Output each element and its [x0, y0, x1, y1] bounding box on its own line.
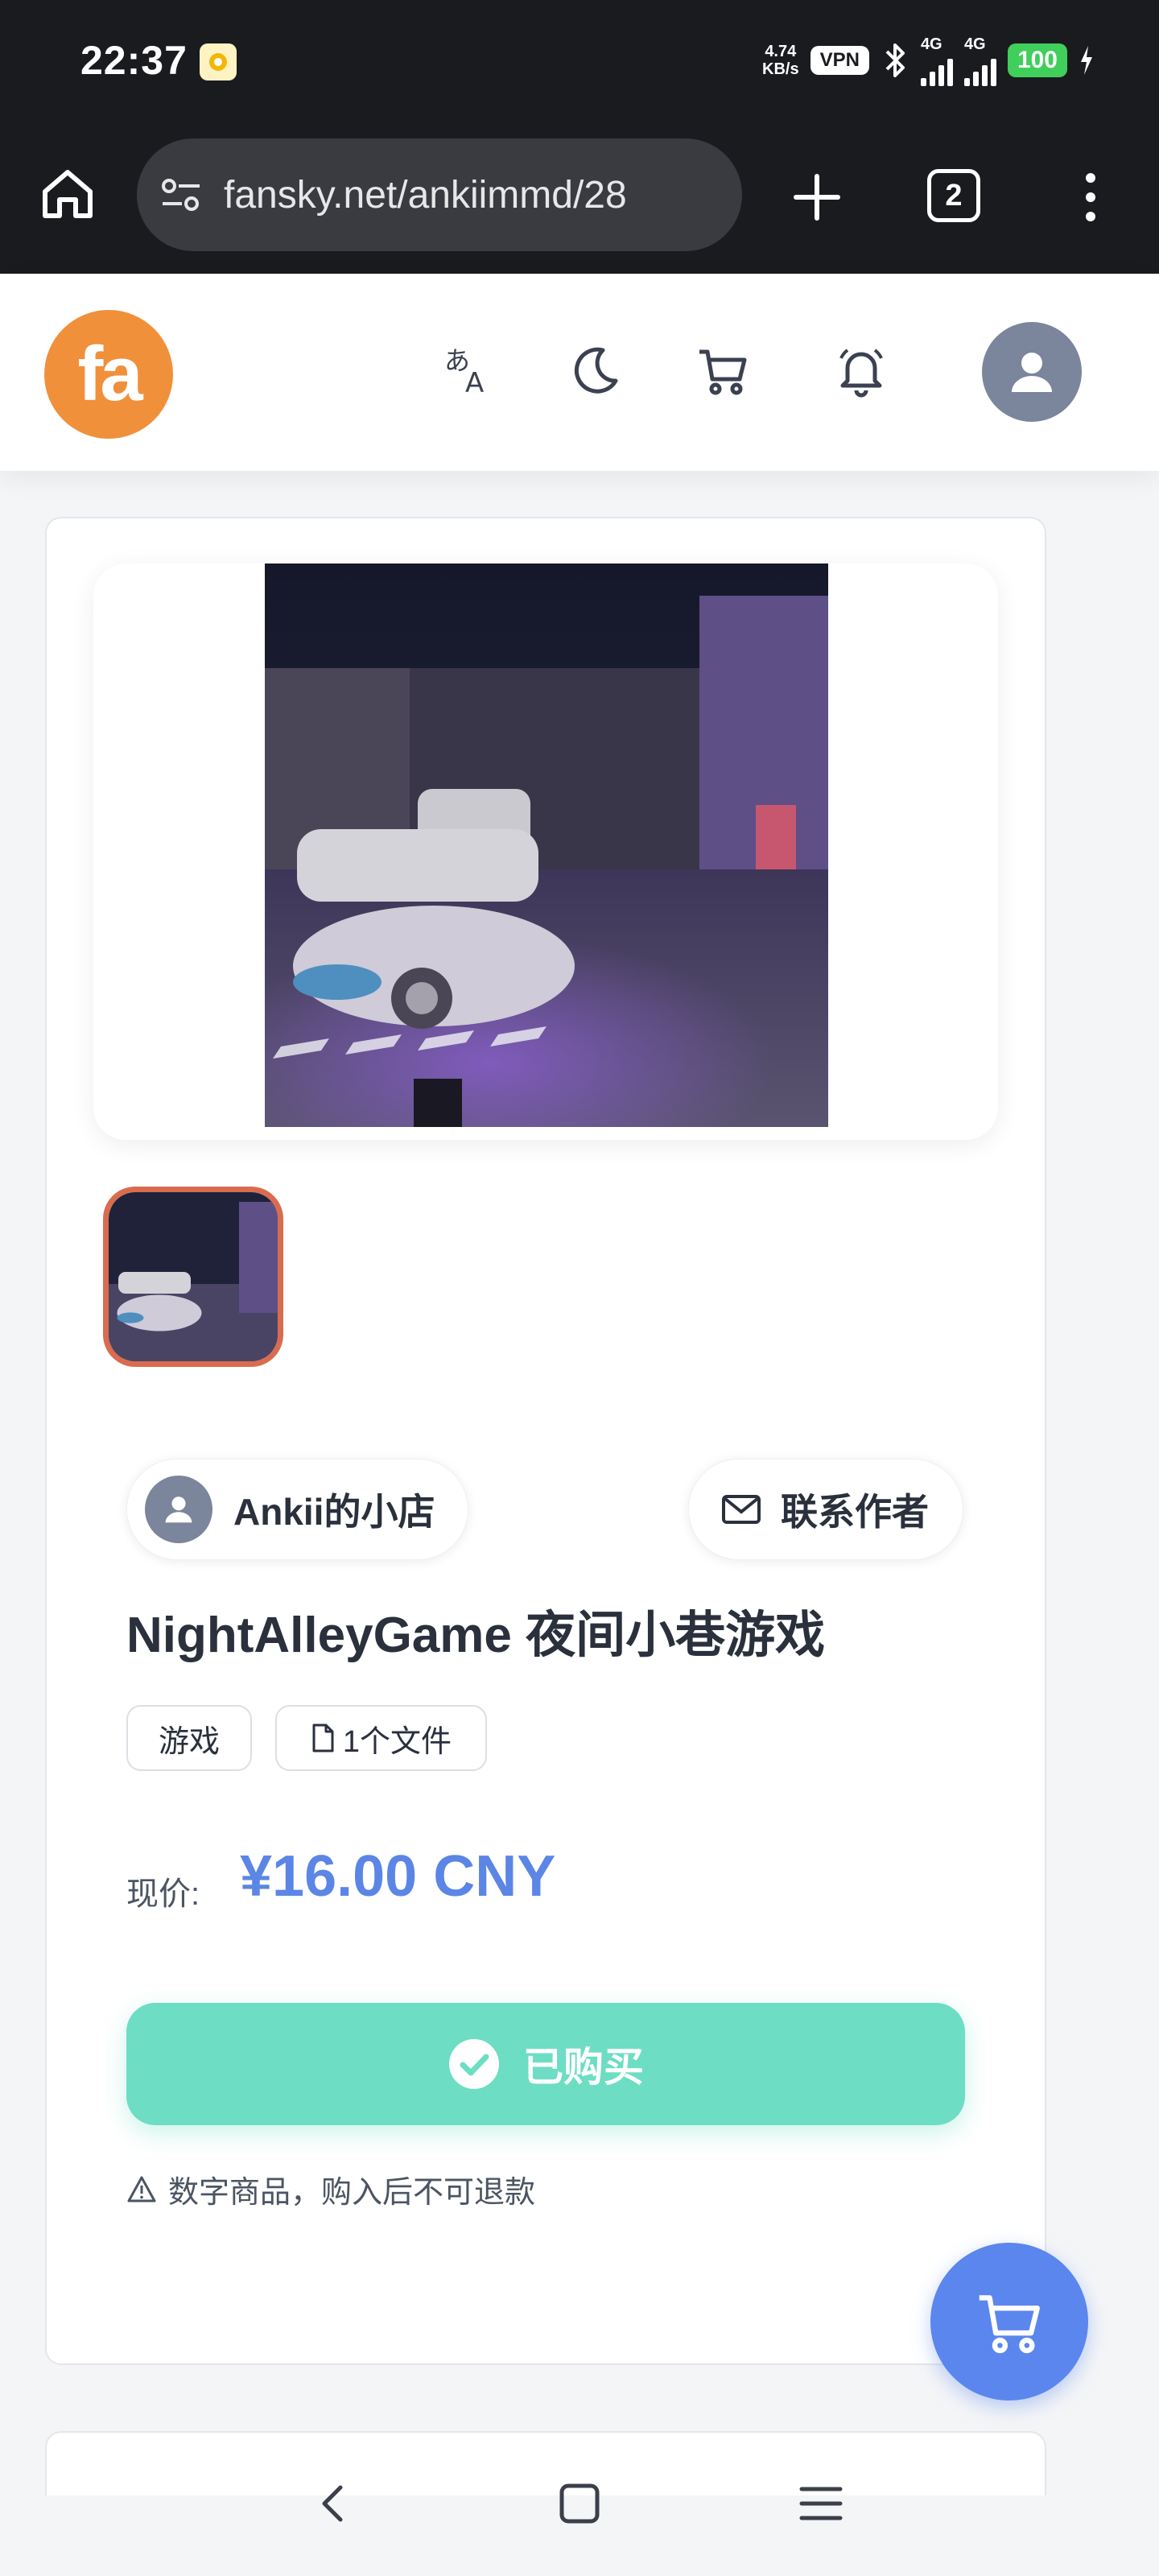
product-thumbnail[interactable]	[103, 1187, 283, 1367]
home-button[interactable]	[35, 161, 100, 225]
purchased-label: 已购买	[523, 2045, 644, 2090]
network-speed-unit: KB/s	[762, 60, 799, 78]
browser-menu-button[interactable]	[1070, 165, 1111, 229]
signal-2-bars-icon	[963, 54, 996, 86]
shop-name: Ankii的小店	[233, 1491, 435, 1533]
svg-text:A: A	[465, 367, 484, 398]
cart-icon	[699, 349, 747, 395]
network-speed: 4.74 KB/s	[762, 43, 799, 78]
product-title: NightAlleyGame 夜间小巷游戏	[126, 1608, 826, 1663]
shop-avatar-icon	[145, 1476, 212, 1543]
translate-icon: あ A	[444, 345, 484, 398]
site-logo[interactable]: fa	[44, 310, 173, 439]
bluetooth-icon	[885, 43, 905, 77]
tag-category[interactable]: 游戏	[126, 1705, 252, 1771]
signal-1-label: 4G	[920, 35, 942, 53]
tab-switcher-button[interactable]: 2	[927, 169, 980, 222]
more-vert-icon	[1086, 173, 1095, 221]
bell-icon	[839, 349, 883, 398]
user-avatar-icon	[1012, 353, 1052, 392]
next-card-edge	[45, 2431, 1046, 2496]
tag-category-label: 游戏	[158, 1724, 220, 1759]
dark-mode-button[interactable]	[559, 334, 632, 407]
moon-icon	[574, 347, 618, 394]
floating-cart-button[interactable]	[930, 2243, 1088, 2401]
url-text: fansky.net/ankiimmd/28	[224, 173, 627, 217]
charging-icon	[1081, 46, 1092, 75]
battery-level: 100	[1007, 43, 1067, 77]
contact-author-button[interactable]: 联系作者	[688, 1459, 963, 1560]
square-home-icon	[559, 2483, 600, 2524]
nav-recents-button[interactable]	[789, 2471, 853, 2536]
status-indicators: 4.74 KB/s VPN 4G 4G 100	[762, 32, 1095, 89]
purchased-button[interactable]: 已购买	[126, 2003, 965, 2125]
contact-author-label: 联系作者	[781, 1491, 929, 1533]
vpn-badge: VPN	[810, 46, 869, 75]
mail-icon	[722, 1495, 761, 1524]
status-bar: 22:37 4.74 KB/s VPN 4G 4G 100	[0, 0, 1159, 129]
price-value: ¥16.00 CNY	[240, 1844, 556, 1909]
signal-1-bars-icon	[920, 54, 953, 86]
user-avatar-button[interactable]	[982, 322, 1082, 422]
product-main-image[interactable]	[265, 564, 828, 1127]
cart-icon	[979, 2295, 1040, 2354]
plus-icon	[794, 174, 840, 221]
price-label: 现价:	[126, 1876, 200, 1912]
shop-link[interactable]: Ankii的小店	[126, 1459, 468, 1560]
nav-back-button[interactable]	[302, 2471, 366, 2536]
back-icon	[322, 2485, 343, 2522]
warning-icon	[127, 2176, 156, 2202]
signal-2: 4G	[963, 35, 996, 86]
notification-app-icon	[200, 43, 237, 80]
nav-home-button[interactable]	[547, 2471, 612, 2536]
translate-button[interactable]: あ A	[433, 334, 505, 407]
check-circle-icon	[449, 2039, 499, 2089]
refund-notice-text: 数字商品，购入后不可退款	[168, 2176, 536, 2210]
tag-file-count-label: 1个文件	[342, 1724, 452, 1759]
menu-lines-icon	[799, 2487, 843, 2520]
refund-notice: 数字商品，购入后不可退款	[126, 2167, 535, 2211]
site-settings-icon[interactable]	[153, 167, 209, 223]
address-bar[interactable]: fansky.net/ankiimmd/28	[137, 138, 742, 251]
tag-file-count: 1个文件	[275, 1705, 487, 1771]
signal-1: 4G	[920, 35, 953, 86]
status-time: 22:37	[80, 38, 188, 83]
signal-2-label: 4G	[963, 35, 986, 53]
file-icon	[312, 1724, 334, 1752]
new-tab-button[interactable]	[785, 165, 849, 229]
thumbnail-image	[109, 1192, 278, 1361]
notifications-button[interactable]	[825, 334, 897, 407]
home-icon	[43, 170, 93, 218]
network-speed-value: 4.74	[765, 43, 797, 60]
cart-button[interactable]	[687, 334, 759, 407]
